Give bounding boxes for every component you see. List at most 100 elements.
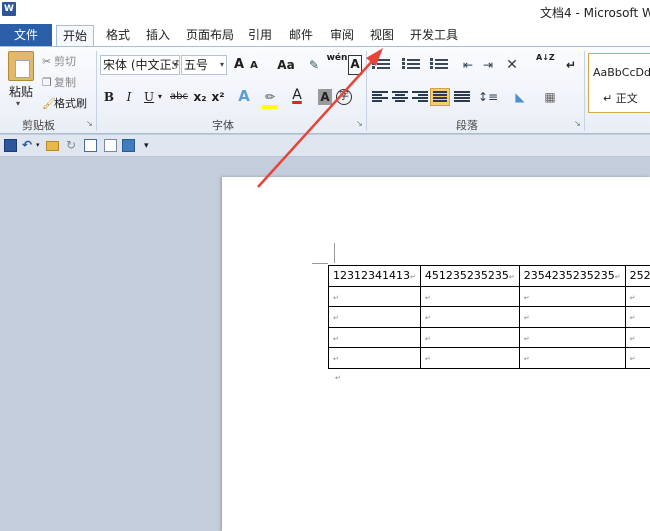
borders-icon[interactable]: ▦: [540, 87, 560, 107]
tab-page-layout[interactable]: 页面布局: [184, 25, 236, 46]
sort-icon[interactable]: A↓Z: [536, 53, 555, 73]
text-effects-button[interactable]: A: [236, 86, 252, 106]
tab-mailings[interactable]: 邮件: [287, 25, 315, 46]
tab-home[interactable]: 开始: [56, 25, 94, 46]
cell-end-mark: ↵: [333, 293, 339, 302]
save-icon[interactable]: [4, 139, 17, 152]
table-cell[interactable]: ↵: [419, 285, 520, 307]
table-cell[interactable]: ↵: [419, 306, 520, 328]
align-right-icon[interactable]: [412, 90, 428, 104]
change-case-button[interactable]: Aa: [274, 55, 298, 75]
decrease-indent-icon[interactable]: ⇤: [460, 55, 476, 75]
table-cell[interactable]: ↵: [518, 347, 626, 369]
tab-view[interactable]: 视图: [368, 25, 396, 46]
redo-icon[interactable]: ↻: [66, 139, 79, 152]
tab-format[interactable]: 格式: [104, 25, 132, 46]
paste-dropdown-icon[interactable]: ▾: [16, 99, 20, 108]
table-cell[interactable]: ↵: [328, 285, 421, 307]
new-doc-icon[interactable]: [104, 139, 117, 152]
tab-references[interactable]: 引用: [246, 25, 274, 46]
char-border-button[interactable]: A: [348, 55, 362, 75]
chinese-layout-icon[interactable]: ✕: [504, 55, 520, 75]
paste-button[interactable]: 粘贴: [9, 83, 33, 100]
table-cell[interactable]: ↵: [624, 285, 650, 307]
edit-doc-icon[interactable]: [84, 139, 97, 152]
table-cell[interactable]: 2354235235235↵: [518, 265, 626, 287]
grow-font-button[interactable]: A: [232, 55, 246, 75]
table-cell[interactable]: 12312341413↵: [328, 265, 421, 287]
word-app-icon[interactable]: W: [2, 2, 16, 16]
phonetic-guide-button[interactable]: wén: [326, 53, 348, 73]
table-cell[interactable]: 451235235235↵: [419, 265, 520, 287]
enclose-chars-button[interactable]: 字: [336, 89, 352, 105]
highlight-pen-icon[interactable]: ✏: [262, 87, 278, 107]
customize-toolbar-icon[interactable]: ▾: [144, 139, 157, 152]
bold-button[interactable]: B: [102, 87, 116, 107]
window-title: 文档4 - Microsoft W: [540, 6, 650, 20]
bullets-icon[interactable]: [372, 57, 390, 71]
char-shading-button[interactable]: A: [318, 89, 332, 105]
table-cell[interactable]: ↵: [328, 347, 421, 369]
highlight-color-swatch: [262, 105, 278, 109]
align-center-icon[interactable]: [392, 90, 408, 104]
ribbon-home: 粘贴 ▾ ✂ 剪切 ❐ 复制 🖌格式刷 剪贴板 ↘ 宋体 (中文正ℱ ▾ 五号 ▾ A …: [0, 46, 650, 134]
table-cell[interactable]: ↵: [624, 326, 650, 348]
title-bar: W 文档4 - Microsoft W: [0, 0, 650, 22]
font-launcher-icon[interactable]: ↘: [356, 119, 363, 128]
table-cell[interactable]: ↵: [624, 306, 650, 328]
cut-button[interactable]: ✂ 剪切: [42, 53, 76, 69]
show-marks-icon[interactable]: ↵: [564, 55, 578, 75]
shading-bucket-icon[interactable]: ◣: [510, 87, 530, 107]
font-size-combo[interactable]: 五号 ▾: [181, 55, 227, 75]
table-cell[interactable]: ↵: [419, 326, 520, 348]
paste-icon[interactable]: [8, 51, 34, 81]
subscript-button[interactable]: x₂: [192, 87, 208, 107]
paragraph-mark: ↵: [335, 374, 341, 382]
table-cell[interactable]: ↵: [624, 347, 650, 369]
group-divider: [584, 51, 585, 131]
table-cell[interactable]: 25235: [624, 265, 650, 287]
tab-insert[interactable]: 插入: [144, 25, 172, 46]
table-cell[interactable]: ↵: [518, 306, 626, 328]
document-table[interactable]: 12312341413↵ 451235235235↵ 2354235235235↵ 2…: [328, 265, 650, 369]
table-cell[interactable]: ↵: [518, 326, 626, 348]
clipboard-group-label: 剪贴板: [22, 119, 55, 132]
justify-icon[interactable]: [430, 88, 450, 106]
line-spacing-icon[interactable]: ↕≡: [478, 87, 498, 107]
print-preview-icon[interactable]: [122, 139, 135, 152]
format-painter-button[interactable]: 🖌格式刷: [42, 95, 87, 111]
table-cell[interactable]: ↵: [328, 306, 421, 328]
style-name-label: ↵ 正文: [603, 92, 638, 105]
tab-developer[interactable]: 开发工具: [408, 25, 460, 46]
undo-icon[interactable]: ↶: [22, 139, 35, 152]
chevron-down-icon[interactable]: ▾: [156, 87, 164, 107]
numbering-icon[interactable]: [402, 57, 420, 71]
cell-text: 25235: [629, 269, 650, 283]
italic-button[interactable]: I: [122, 87, 136, 107]
tab-file[interactable]: 文件: [0, 24, 52, 46]
tab-review[interactable]: 审阅: [328, 25, 356, 46]
superscript-button[interactable]: x²: [210, 87, 226, 107]
underline-button[interactable]: U: [142, 87, 156, 107]
clipboard-launcher-icon[interactable]: ↘: [86, 119, 93, 128]
open-folder-icon[interactable]: [46, 141, 59, 151]
style-sample-text: AaBbCcDdI: [593, 66, 650, 79]
table-cell[interactable]: ↵: [518, 285, 626, 307]
table-cell[interactable]: ↵: [328, 326, 421, 348]
shrink-font-button[interactable]: A: [248, 56, 260, 76]
font-color-button[interactable]: A: [290, 85, 304, 105]
watermark-url: zhinan.sogou.com: [476, 486, 604, 502]
distributed-icon[interactable]: [454, 90, 470, 104]
align-left-icon[interactable]: [372, 90, 388, 104]
clear-format-icon[interactable]: ✎: [306, 55, 322, 75]
style-normal[interactable]: AaBbCcDdI ↵ 正文: [588, 53, 650, 113]
font-name-combo[interactable]: 宋体 (中文正ℱ ▾: [100, 55, 180, 75]
font-size-value: 五号: [184, 58, 209, 72]
cell-end-mark: ↵: [614, 273, 621, 282]
strikethrough-button[interactable]: abc: [168, 87, 190, 107]
multilevel-list-icon[interactable]: [430, 57, 448, 71]
paragraph-launcher-icon[interactable]: ↘: [574, 119, 581, 128]
copy-button[interactable]: ❐ 复制: [42, 74, 76, 90]
increase-indent-icon[interactable]: ⇥: [480, 55, 496, 75]
table-cell[interactable]: ↵: [419, 347, 520, 369]
